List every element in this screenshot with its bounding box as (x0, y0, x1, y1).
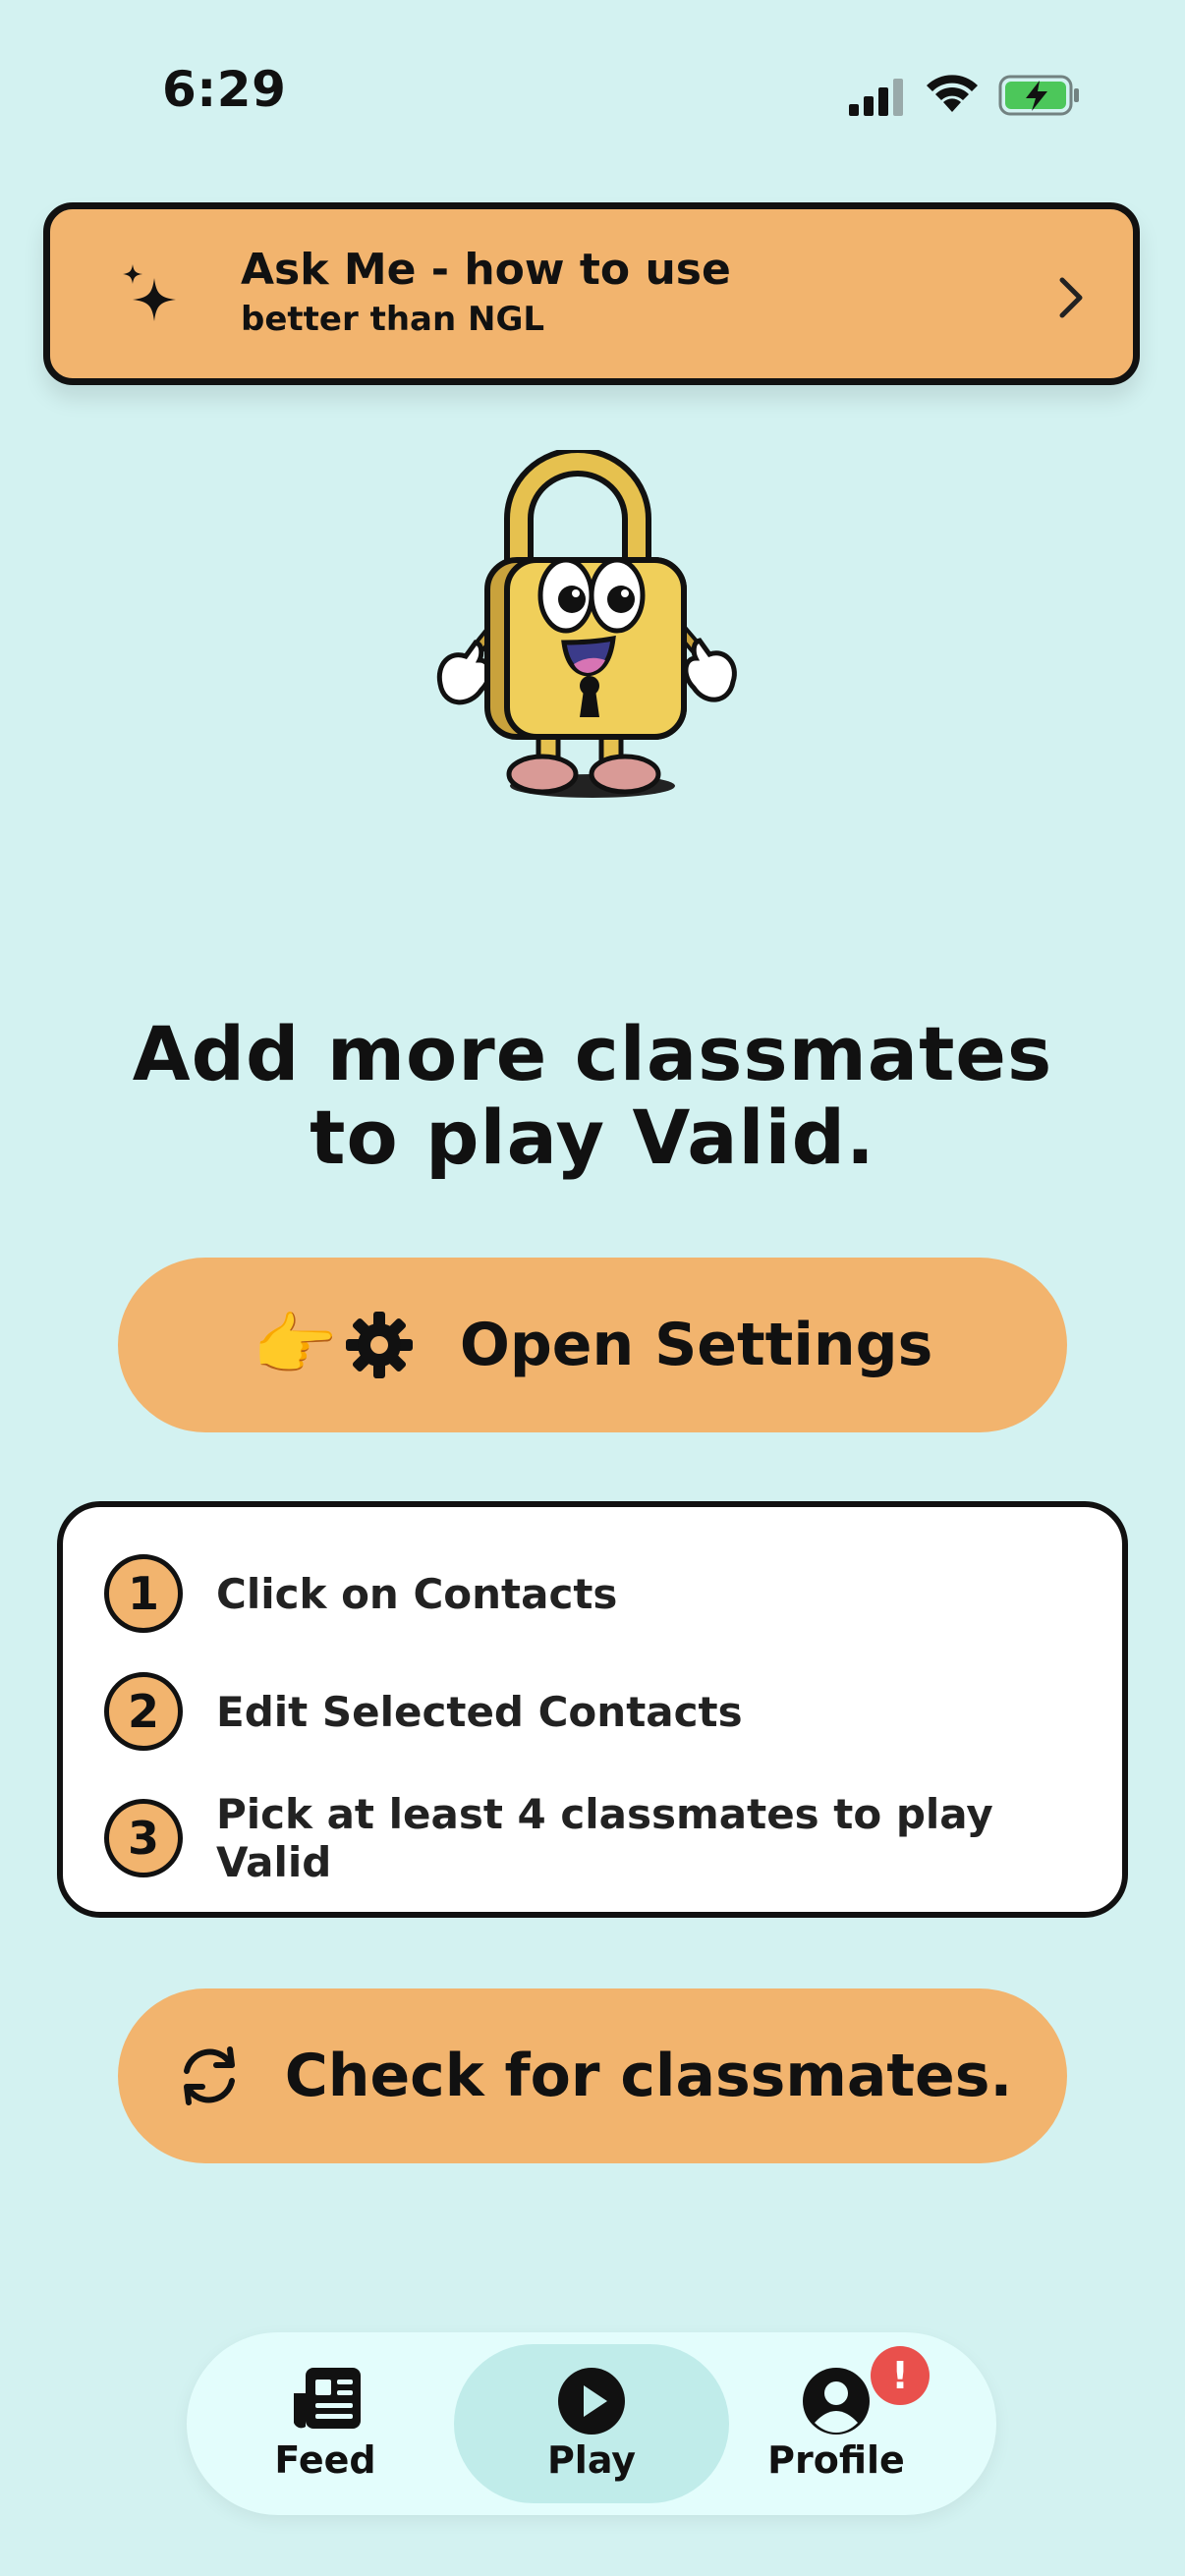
step-label: Edit Selected Contacts (216, 1687, 743, 1736)
nav-label-feed: Feed (274, 2438, 376, 2482)
play-icon (558, 2368, 625, 2435)
wifi-icon (927, 75, 978, 112)
step-number: 2 (104, 1672, 183, 1751)
check-classmates-button[interactable]: Check for classmates. (118, 1988, 1067, 2163)
instructions-card: 1 Click on Contacts 2 Edit Selected Cont… (57, 1501, 1128, 1918)
step-item: 2 Edit Selected Contacts (104, 1672, 743, 1751)
status-time: 6:29 (162, 61, 287, 118)
ask-me-banner[interactable]: Ask Me - how to use better than NGL (43, 202, 1140, 385)
padlock-mascot-illustration (436, 450, 737, 798)
step-item: 1 Click on Contacts (104, 1554, 617, 1633)
cellular-signal-icon (849, 79, 903, 116)
sparkle-icon (123, 264, 176, 321)
nav-item-play[interactable]: Play (454, 2344, 729, 2503)
step-number: 1 (104, 1554, 183, 1633)
step-number: 3 (104, 1799, 183, 1877)
nav-label-play: Play (546, 2438, 637, 2482)
newspaper-icon (294, 2368, 361, 2429)
step-label: Click on Contacts (216, 1569, 618, 1618)
gear-icon (345, 1312, 413, 1378)
nav-label-profile: Profile (767, 2438, 905, 2482)
open-settings-label: Open Settings (459, 1311, 933, 1379)
refresh-icon (183, 2046, 235, 2105)
headline: Add more classmates to play Valid. (132, 1010, 1053, 1182)
notification-badge: ! (871, 2346, 930, 2405)
step-label: Pick at least 4 classmates to play Valid (215, 1790, 993, 1886)
chevron-right-icon (1059, 277, 1083, 318)
profile-icon (803, 2368, 870, 2435)
nav-item-feed[interactable]: Feed (246, 2344, 405, 2503)
step-item: 3 Pick at least 4 classmates to play Val… (104, 1790, 1122, 1886)
check-classmates-label: Check for classmates. (284, 2042, 1013, 2110)
bottom-nav: Feed Play Profile ! (187, 2332, 996, 2515)
pointing-hand-icon: 👉 (252, 1304, 338, 1385)
open-settings-button[interactable]: 👉 Open Settings (118, 1258, 1067, 1432)
banner-subtitle: better than NGL (241, 300, 545, 340)
battery-charging-icon (998, 75, 1079, 116)
banner-title: Ask Me - how to use (241, 245, 731, 295)
